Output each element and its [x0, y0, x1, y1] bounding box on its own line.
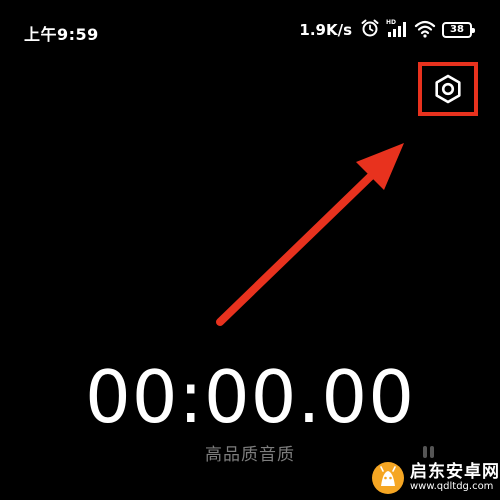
status-time: 上午9:59 [24, 25, 99, 44]
battery-icon: 38 [442, 22, 475, 38]
watermark: 启东安卓网 www.qdltdg.com [370, 458, 500, 498]
wifi-icon [414, 18, 436, 43]
battery-level: 38 [450, 24, 464, 35]
recording-timer: 00:00.00 [85, 355, 415, 439]
hd-signal-icon: HD [386, 18, 408, 43]
drag-handle[interactable] [423, 446, 434, 458]
status-bar: 上午9:59 1.9K/s HD 38 [0, 0, 500, 60]
watermark-url: www.qdltdg.com [410, 480, 494, 492]
settings-button[interactable] [428, 69, 468, 109]
network-speed: 1.9K/s [299, 21, 352, 39]
svg-text:HD: HD [386, 19, 396, 26]
watermark-name: 启东安卓网 [410, 461, 500, 482]
status-icons: 1.9K/s HD 38 [299, 18, 475, 43]
alarm-icon [360, 18, 380, 43]
watermark-logo-icon [372, 462, 404, 494]
hexagon-gear-icon [435, 74, 461, 104]
settings-highlight-box [418, 62, 478, 116]
